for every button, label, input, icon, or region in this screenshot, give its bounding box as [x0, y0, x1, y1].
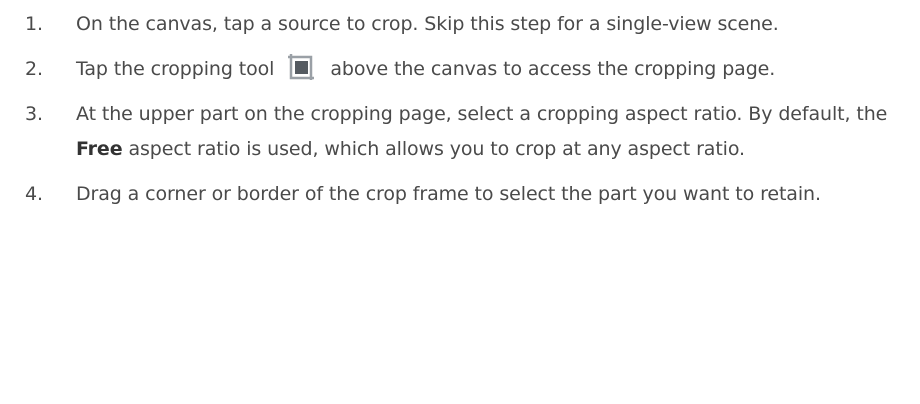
crop-icon	[286, 52, 316, 82]
step-number: 2.	[25, 58, 43, 80]
step-text: Drag a corner or border of the crop fram…	[76, 183, 821, 205]
step-4: 4. Drag a corner or border of the crop f…	[0, 177, 920, 212]
step-number: 3.	[25, 103, 43, 125]
step-number: 1.	[25, 13, 43, 35]
free-aspect-ratio-label: Free	[76, 138, 123, 160]
step-text-a: At the upper part on the cropping page, …	[76, 103, 888, 125]
step-text-before-icon: Tap the cropping tool	[76, 58, 275, 80]
step-text: On the canvas, tap a source to crop. Ski…	[76, 13, 779, 35]
step-text-b: aspect ratio is used, which allows you t…	[122, 138, 745, 160]
step-1: 1. On the canvas, tap a source to crop. …	[0, 7, 920, 42]
step-text-after-icon: above the canvas to access the cropping …	[330, 58, 776, 80]
step-2: 2. Tap the cropping tool above the canva…	[0, 52, 920, 87]
instruction-steps: 1. On the canvas, tap a source to crop. …	[0, 0, 920, 212]
step-3: 3. At the upper part on the cropping pag…	[0, 97, 920, 167]
step-number: 4.	[25, 183, 43, 205]
